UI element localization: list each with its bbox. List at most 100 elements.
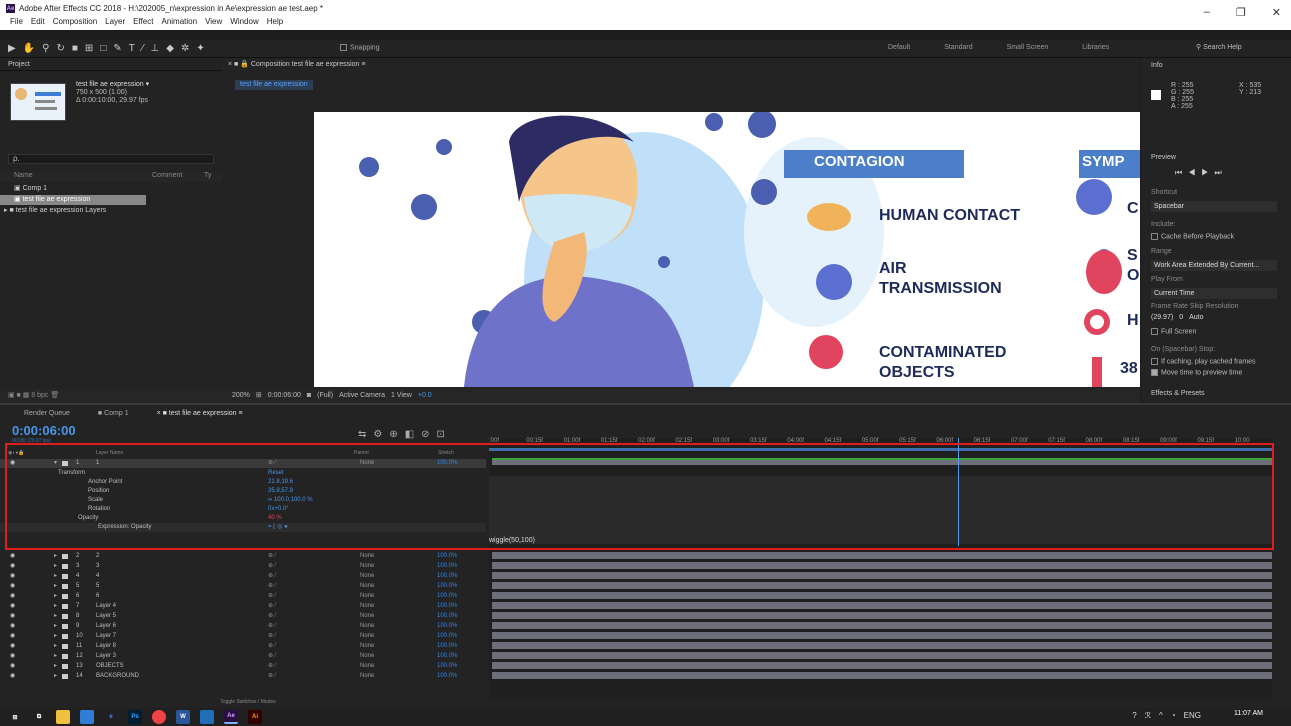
layer-bar[interactable]: [492, 632, 1272, 639]
layer-switches[interactable]: ⊕ ⁄: [268, 672, 276, 681]
col-name[interactable]: Name: [14, 172, 33, 179]
info-title[interactable]: Info: [1151, 62, 1163, 69]
layer-switches[interactable]: ⊕ ⁄: [268, 592, 276, 601]
layer-name[interactable]: BACKGROUND: [96, 672, 139, 681]
visibility-eye-icon[interactable]: ◉: [10, 662, 15, 671]
menu-file[interactable]: File: [10, 17, 23, 26]
photos-icon[interactable]: [200, 710, 214, 724]
parent-dropdown[interactable]: None: [360, 572, 374, 581]
stretch-value[interactable]: 100.0%: [437, 622, 457, 631]
layer-row[interactable]: ◉ ▸ 6 6 ⊕ ⁄ None 100.0%: [0, 592, 486, 601]
help-icon[interactable]: ?: [1132, 711, 1136, 720]
type-tool-icon[interactable]: T: [129, 43, 135, 54]
layer-row[interactable]: ◉ ▸ 2 2 ⊕ ⁄ None 100.0%: [0, 552, 486, 561]
layer-switches[interactable]: ⊕ ⁄: [268, 622, 276, 631]
people-icon[interactable]: ℛ: [1145, 711, 1151, 720]
visibility-eye-icon[interactable]: ◉: [10, 572, 15, 581]
layer-bar[interactable]: [492, 662, 1272, 669]
visibility-eye-icon[interactable]: ◉: [10, 652, 15, 661]
parent-dropdown[interactable]: None: [360, 662, 374, 671]
layer-row[interactable]: ◉ ▸ 7 Layer 4 ⊕ ⁄ None 100.0%: [0, 602, 486, 611]
layer-row[interactable]: ◉ ▸ 10 Layer 7 ⊕ ⁄ None 100.0%: [0, 632, 486, 641]
layer-name[interactable]: 4: [96, 572, 99, 581]
rotate-tool-icon[interactable]: ↻: [56, 43, 64, 54]
current-time-display[interactable]: 0:00:06:00: [268, 389, 301, 403]
layer-switches[interactable]: ⊕ ⁄: [268, 552, 276, 561]
puppet-tool-icon[interactable]: ✦: [196, 43, 204, 54]
twirl-right-icon[interactable]: ▸: [54, 582, 57, 591]
project-panel-title[interactable]: Project: [0, 58, 222, 71]
layer-bar[interactable]: [492, 582, 1272, 589]
layer-row[interactable]: ◉ ▸ 3 3 ⊕ ⁄ None 100.0%: [0, 562, 486, 571]
layer-row[interactable]: ◉ ▸ 8 Layer 5 ⊕ ⁄ None 100.0%: [0, 612, 486, 621]
pen-tool-icon[interactable]: ✎: [113, 43, 121, 54]
twirl-right-icon[interactable]: ▸: [54, 602, 57, 611]
frame-rate-dropdown[interactable]: (29.97): [1151, 314, 1173, 321]
visibility-eye-icon[interactable]: ◉: [10, 672, 15, 681]
resolution-dropdown[interactable]: (Full): [317, 389, 333, 403]
menu-composition[interactable]: Composition: [53, 17, 97, 26]
parent-dropdown[interactable]: None: [360, 602, 374, 611]
parent-dropdown[interactable]: None: [360, 552, 374, 561]
timeline-switches[interactable]: ⇆⚙⊕◧⊘⊡: [358, 429, 452, 440]
layer-name[interactable]: 3: [96, 562, 99, 571]
windows-start-icon[interactable]: ⊞: [8, 710, 22, 724]
visibility-eye-icon[interactable]: ◉: [10, 622, 15, 631]
visibility-eye-icon[interactable]: ◉: [10, 562, 15, 571]
layer-bar[interactable]: [492, 552, 1272, 559]
stretch-value[interactable]: 100.0%: [437, 592, 457, 601]
snapping-toggle[interactable]: Snapping: [340, 44, 380, 51]
network-icon[interactable]: ◔: [1171, 711, 1176, 720]
chevron-up-icon[interactable]: ^: [1159, 711, 1163, 720]
layer-name[interactable]: 6: [96, 592, 99, 601]
layer-bar[interactable]: [492, 672, 1272, 679]
label-color-icon[interactable]: [62, 624, 68, 629]
layer-switches[interactable]: ⊕ ⁄: [268, 562, 276, 571]
label-color-icon[interactable]: [62, 584, 68, 589]
stretch-value[interactable]: 100.0%: [437, 642, 457, 651]
label-color-icon[interactable]: [62, 664, 68, 669]
layer-name[interactable]: Layer 7: [96, 632, 116, 641]
twirl-right-icon[interactable]: ▸: [54, 632, 57, 641]
cached-frames-option[interactable]: If caching, play cached frames: [1151, 358, 1256, 365]
cache-checkbox[interactable]: [1151, 233, 1158, 240]
menu-animation[interactable]: Animation: [161, 17, 197, 26]
project-item-layers-folder[interactable]: ▸ ■ test file ae expression Layers: [0, 206, 222, 216]
camera-dropdown[interactable]: Active Camera: [339, 389, 385, 403]
layer-name[interactable]: Layer 8: [96, 642, 116, 651]
visibility-eye-icon[interactable]: ◉: [10, 612, 15, 621]
shortcut-dropdown[interactable]: Spacebar: [1151, 201, 1277, 212]
twirl-right-icon[interactable]: ▸: [54, 622, 57, 631]
layer-name[interactable]: Layer 6: [96, 622, 116, 631]
layer-row[interactable]: ◉ ▸ 12 Layer 3 ⊕ ⁄ None 100.0%: [0, 652, 486, 661]
word-icon[interactable]: W: [176, 710, 190, 724]
task-view-icon[interactable]: ⧉: [32, 710, 46, 724]
visibility-eye-icon[interactable]: ◉: [10, 642, 15, 651]
label-color-icon[interactable]: [62, 614, 68, 619]
composition-viewer[interactable]: CONTAGION SYMP HUMAN CONTACT AIR TRANSMI…: [314, 112, 1140, 387]
layer-switches[interactable]: ⊕ ⁄: [268, 612, 276, 621]
rectangle-tool-icon[interactable]: □: [100, 43, 106, 54]
stretch-value[interactable]: 100.0%: [437, 632, 457, 641]
view-layout-dropdown[interactable]: 1 View: [391, 389, 412, 403]
layer-name[interactable]: Layer 3: [96, 652, 116, 661]
visibility-eye-icon[interactable]: ◉: [10, 632, 15, 641]
label-color-icon[interactable]: [62, 564, 68, 569]
comp-name[interactable]: test file ae expression ▾: [76, 81, 149, 89]
cached-frames-checkbox[interactable]: [1151, 358, 1158, 365]
camera-tool-icon[interactable]: ■: [72, 43, 78, 54]
visibility-eye-icon[interactable]: ◉: [10, 552, 15, 561]
eraser-tool-icon[interactable]: ◆: [166, 43, 174, 54]
layer-bar[interactable]: [492, 652, 1272, 659]
zoom-tool-icon[interactable]: ⚲: [42, 43, 49, 54]
full-screen-toggle[interactable]: Full Screen: [1151, 328, 1196, 335]
playback-controls[interactable]: ⏮◀▶⏭: [1175, 168, 1228, 178]
layer-switches[interactable]: ⊕ ⁄: [268, 642, 276, 651]
snapping-checkbox[interactable]: [340, 44, 347, 51]
range-dropdown[interactable]: Work Area Extended By Current...: [1151, 260, 1277, 271]
illustrator-icon[interactable]: Ai: [248, 710, 262, 724]
layer-row[interactable]: ◉ ▸ 11 Layer 8 ⊕ ⁄ None 100.0%: [0, 642, 486, 651]
move-time-checkbox[interactable]: [1151, 369, 1158, 376]
layer-bar[interactable]: [492, 562, 1272, 569]
layer-switches[interactable]: ⊕ ⁄: [268, 582, 276, 591]
